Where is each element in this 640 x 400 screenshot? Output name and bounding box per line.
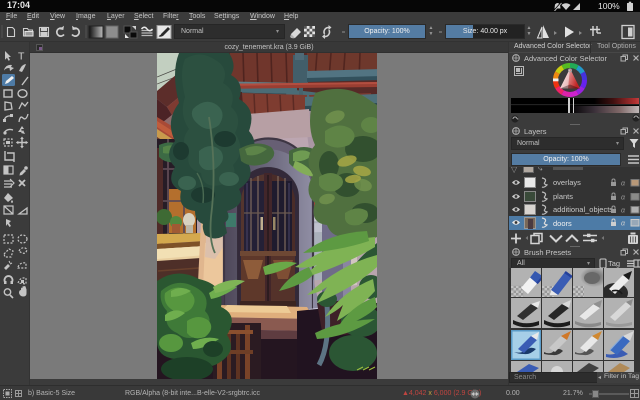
- svg-text:α: α: [621, 208, 626, 215]
- svg-text:α: α: [621, 181, 626, 188]
- svg-text:T: T: [18, 51, 25, 63]
- svg-text:α: α: [621, 195, 626, 202]
- svg-text:α: α: [621, 221, 626, 228]
